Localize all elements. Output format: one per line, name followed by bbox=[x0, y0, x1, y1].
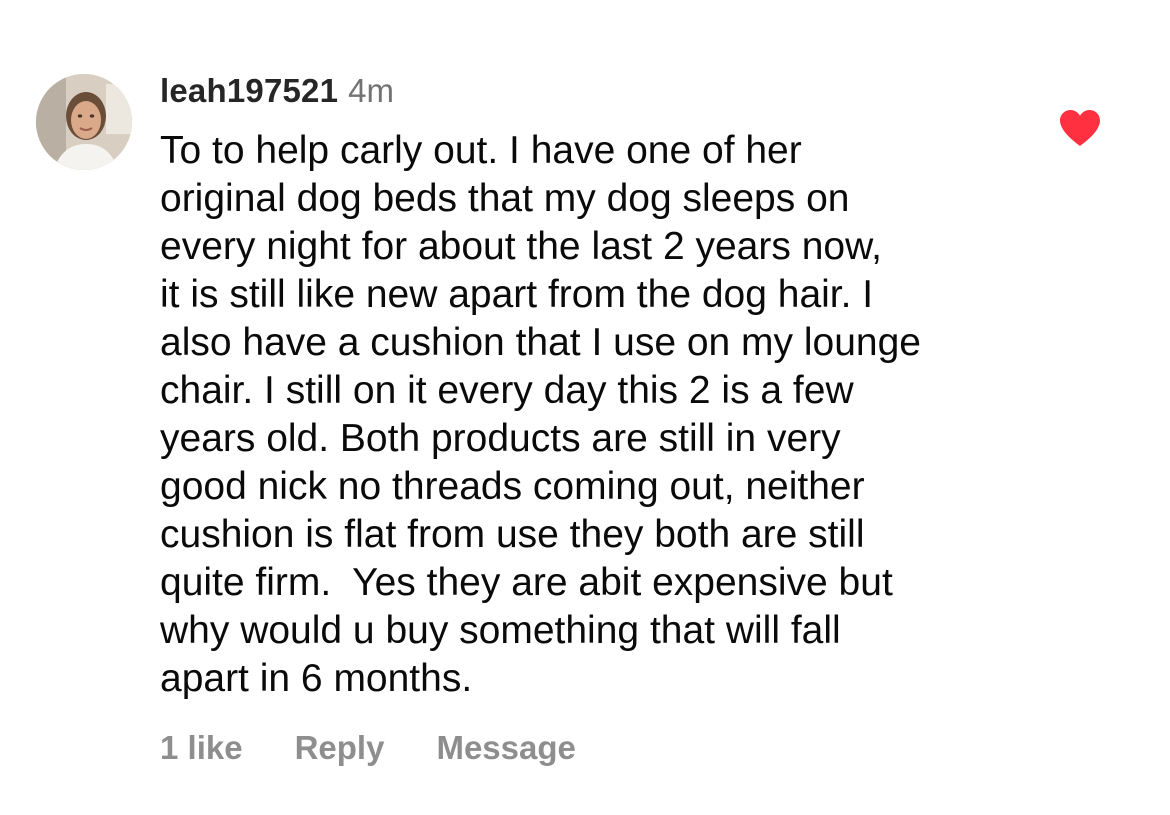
comment-text-line: chair. I still on it every day this 2 is… bbox=[160, 369, 854, 412]
likes-count-link[interactable]: 1 like bbox=[160, 729, 243, 767]
comment-text-line: To to help carly out. I have one of her bbox=[160, 129, 802, 172]
comment-text: To to help carly out. I have one of her o… bbox=[160, 127, 1040, 703]
timestamp: 4m bbox=[348, 72, 394, 109]
comment-text-line: original dog beds that my dog sleeps on bbox=[160, 177, 850, 220]
avatar-photo bbox=[36, 74, 132, 170]
like-button[interactable] bbox=[1058, 108, 1102, 148]
comment-text-line: every night for about the last 2 years n… bbox=[160, 225, 882, 268]
comment-text-line: apart in 6 months. bbox=[160, 657, 473, 700]
username-link[interactable]: leah197521 bbox=[160, 72, 338, 110]
comment-header: leah197521 4m bbox=[160, 72, 394, 114]
comment-text-line: good nick no threads coming out, neither bbox=[160, 465, 865, 508]
comment-text-line: quite firm. Yes they are abit expensive … bbox=[160, 561, 893, 604]
comment-text-line: it is still like new apart from the dog … bbox=[160, 273, 874, 316]
comment: leah197521 4m To to help carly out. I ha… bbox=[0, 0, 1170, 815]
comment-text-line: years old. Both products are still in ve… bbox=[160, 417, 841, 460]
comment-text-line: also have a cushion that I use on my lou… bbox=[160, 321, 921, 364]
message-button[interactable]: Message bbox=[436, 729, 575, 767]
comment-text-line: why would u buy something that will fall bbox=[160, 609, 841, 652]
comment-text-line: cushion is flat from use they both are s… bbox=[160, 513, 865, 556]
heart-filled-icon bbox=[1060, 110, 1100, 146]
avatar[interactable] bbox=[36, 74, 132, 170]
reply-button[interactable]: Reply bbox=[295, 729, 385, 767]
comment-actions: 1 like Reply Message bbox=[160, 728, 628, 768]
